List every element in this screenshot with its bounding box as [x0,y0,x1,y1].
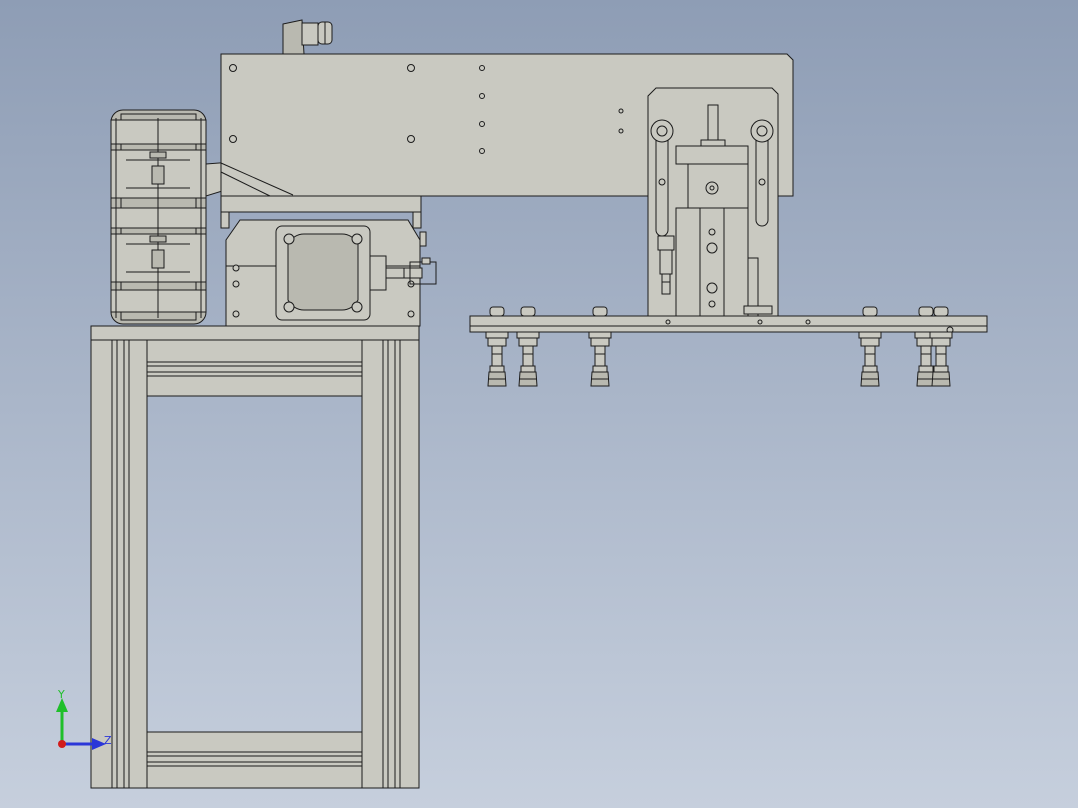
suction-plate [469,315,988,334]
triad-z-label: Z [104,734,112,747]
cad-viewport[interactable]: Y Z [0,0,1078,808]
triad-y-label: Y [57,688,65,701]
cad-scene[interactable]: Y Z [0,0,1078,808]
